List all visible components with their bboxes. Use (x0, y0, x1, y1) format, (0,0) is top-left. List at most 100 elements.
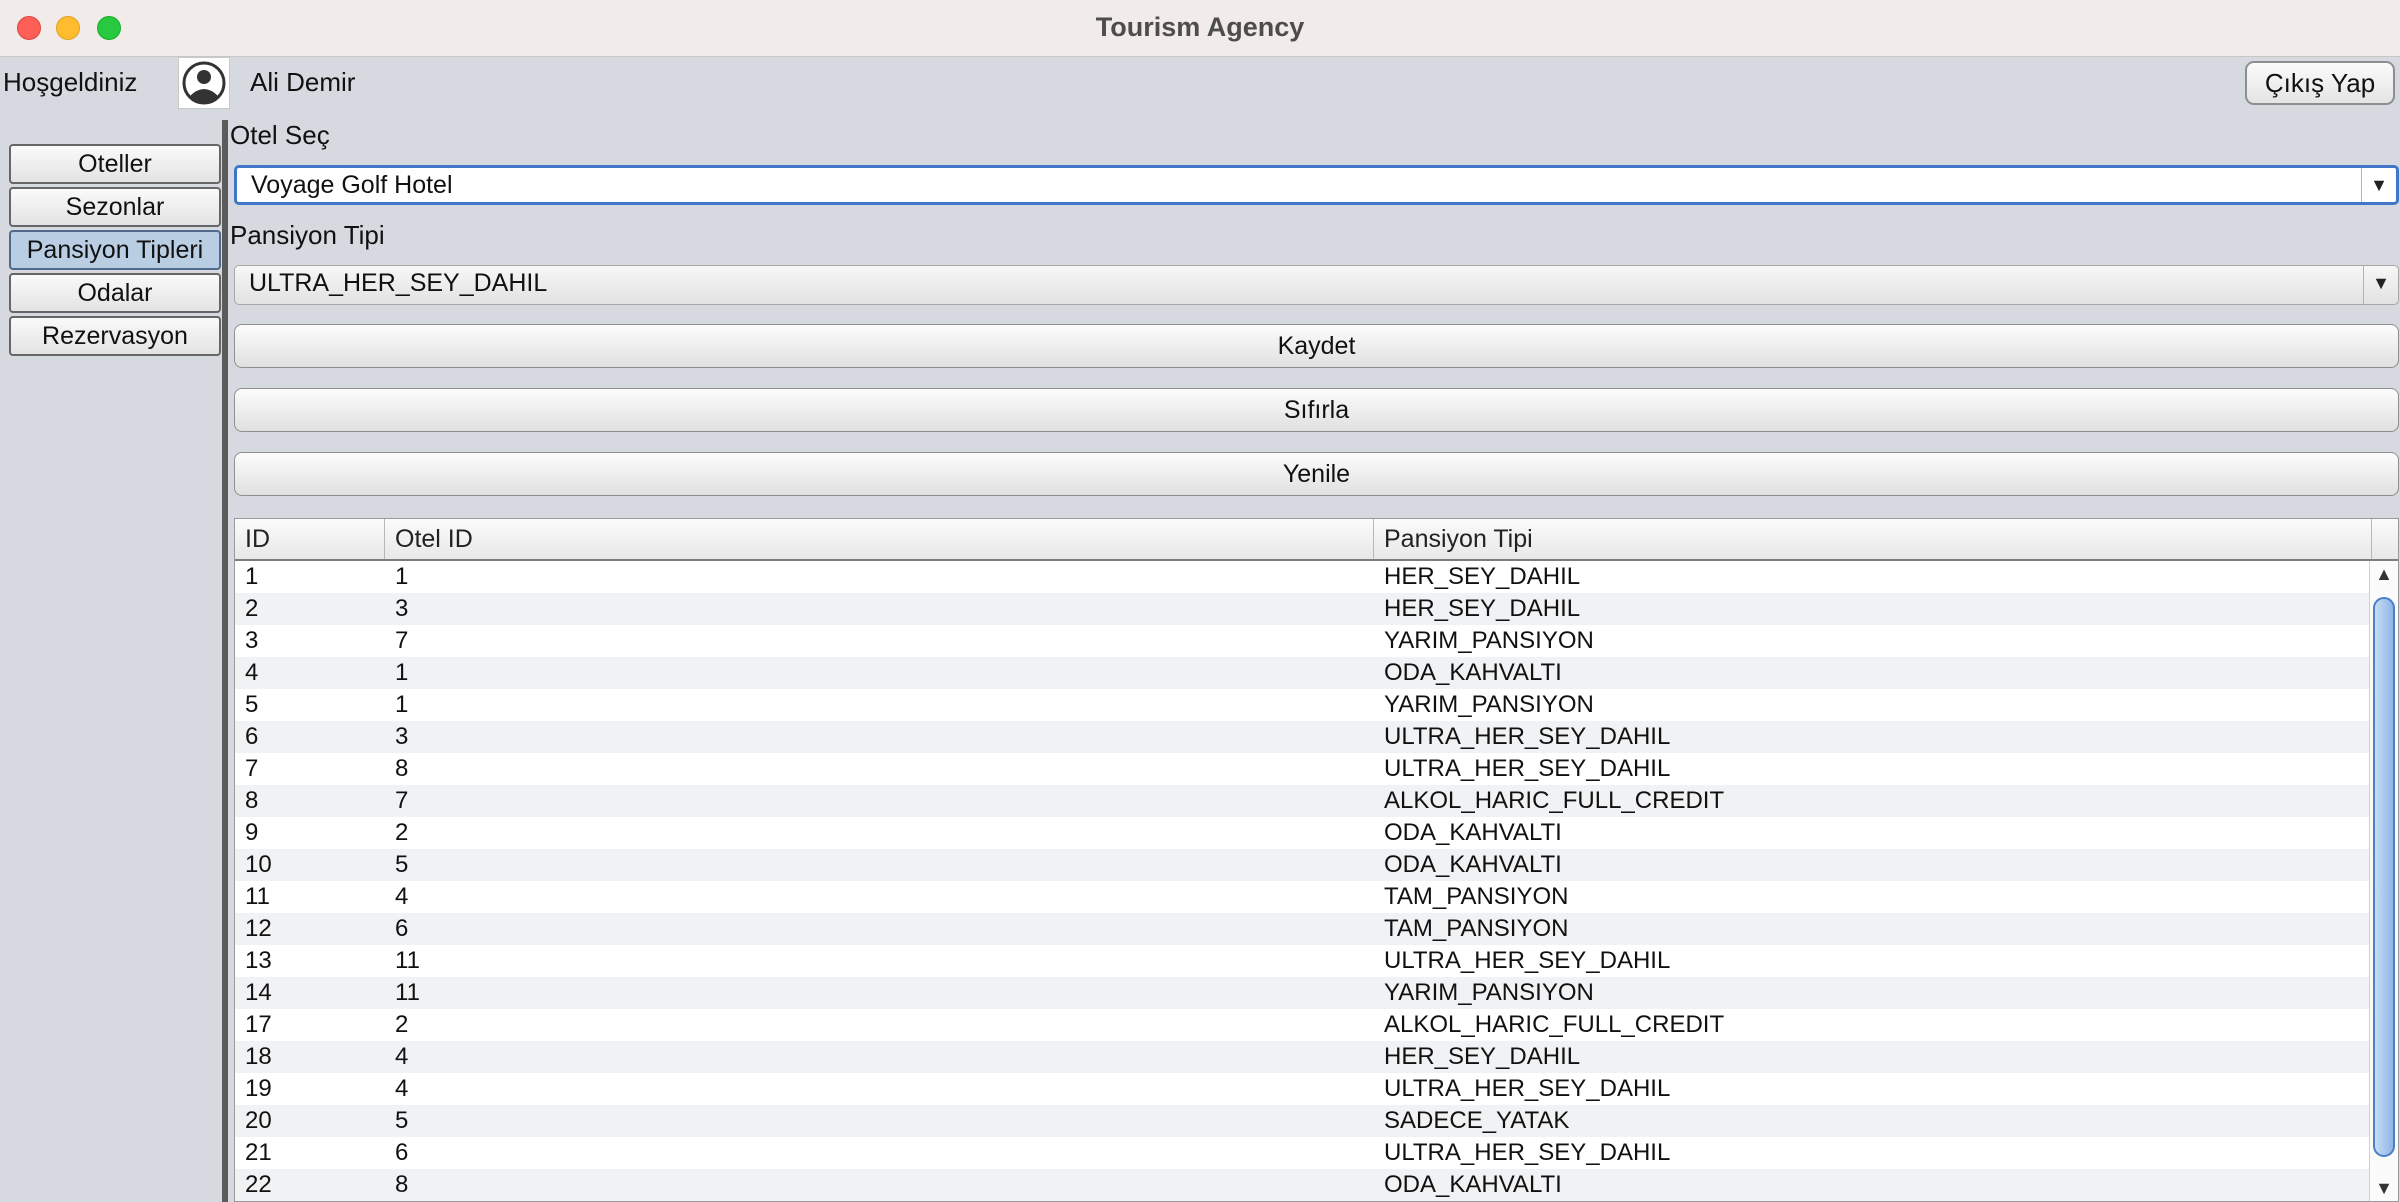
table-row[interactable]: 20 5 SADECE_YATAK (235, 1105, 2372, 1137)
cell-hotel-id: 6 (395, 1139, 409, 1166)
arrow-up-icon[interactable]: ▲ (2370, 561, 2398, 587)
sidebar-item-pansiyon-tipleri[interactable]: Pansiyon Tipleri (9, 230, 221, 270)
reset-button[interactable]: Sıfırla (234, 388, 2399, 432)
hotel-select[interactable]: Voyage Golf Hotel ▼ (234, 165, 2399, 205)
cell-id: 5 (245, 691, 259, 718)
table-row[interactable]: 22 8 ODA_KAHVALTI (235, 1169, 2372, 1201)
table-row[interactable]: 9 2 ODA_KAHVALTI (235, 817, 2372, 849)
cell-id: 2 (245, 595, 259, 622)
cell-hotel-id: 1 (395, 691, 409, 718)
cell-pension-type: ODA_KAHVALTI (1384, 1171, 1562, 1198)
cell-id: 21 (245, 1139, 272, 1166)
cell-hotel-id: 4 (395, 1043, 409, 1070)
cell-id: 4 (245, 659, 259, 686)
cell-pension-type: ALKOL_HARIC_FULL_CREDIT (1384, 1011, 1725, 1038)
cell-pension-type: ULTRA_HER_SEY_DAHIL (1384, 947, 1671, 974)
main-content: Otel Seç Voyage Golf Hotel ▼ Pansiyon Ti… (228, 120, 2400, 1202)
cell-id: 22 (245, 1171, 272, 1198)
cell-id: 3 (245, 627, 259, 654)
cell-id: 11 (245, 883, 270, 910)
user-circle-icon (178, 57, 230, 109)
table-body: 1 1 HER_SEY_DAHIL 2 3 HER_SEY_DAHIL 3 7 YARIM_PA… (235, 561, 2372, 1201)
cell-pension-type: SADECE_YATAK (1384, 1107, 1570, 1134)
cell-hotel-id: 3 (395, 723, 409, 750)
table-row[interactable]: 7 8 ULTRA_HER_SEY_DAHIL (235, 753, 2372, 785)
table-row[interactable]: 8 7 ALKOL_HARIC_FULL_CREDIT (235, 785, 2372, 817)
table-row[interactable]: 19 4 ULTRA_HER_SEY_DAHIL (235, 1073, 2372, 1105)
cell-hotel-id: 7 (395, 787, 409, 814)
cell-id: 9 (245, 819, 259, 846)
cell-id: 18 (245, 1043, 272, 1070)
table-row[interactable]: 10 5 ODA_KAHVALTI (235, 849, 2372, 881)
cell-id: 6 (245, 723, 259, 750)
table-row[interactable]: 13 11 ULTRA_HER_SEY_DAHIL (235, 945, 2372, 977)
table-row[interactable]: 17 2 ALKOL_HARIC_FULL_CREDIT (235, 1009, 2372, 1041)
table-row[interactable]: 11 4 TAM_PANSIYON (235, 881, 2372, 913)
cell-hotel-id: 2 (395, 819, 409, 846)
cell-pension-type: ULTRA_HER_SEY_DAHIL (1384, 1075, 1671, 1102)
scrollbar-thumb[interactable] (2373, 597, 2395, 1157)
table-row[interactable]: 12 6 TAM_PANSIYON (235, 913, 2372, 945)
cell-pension-type: ULTRA_HER_SEY_DAHIL (1384, 1139, 1671, 1166)
chevron-down-icon[interactable]: ▼ (2363, 266, 2398, 304)
table-row[interactable]: 3 7 YARIM_PANSIYON (235, 625, 2372, 657)
column-header-pension-type[interactable]: Pansiyon Tipi (1374, 519, 2372, 559)
cell-hotel-id: 8 (395, 755, 409, 782)
cell-id: 1 (245, 563, 259, 590)
save-button[interactable]: Kaydet (234, 324, 2399, 368)
chevron-down-icon[interactable]: ▼ (2361, 168, 2396, 202)
cell-id: 10 (245, 851, 272, 878)
column-header-id[interactable]: ID (235, 519, 385, 559)
cell-hotel-id: 1 (395, 659, 409, 686)
logout-button[interactable]: Çıkış Yap (2245, 61, 2395, 105)
cell-pension-type: YARIM_PANSIYON (1384, 627, 1594, 654)
cell-pension-type: ULTRA_HER_SEY_DAHIL (1384, 723, 1671, 750)
title-bar: Tourism Agency (0, 0, 2400, 57)
hotel-select-label: Otel Seç (230, 120, 330, 150)
cell-pension-type: YARIM_PANSIYON (1384, 691, 1594, 718)
table-header: ID Otel ID Pansiyon Tipi (235, 519, 2398, 561)
arrow-down-icon[interactable]: ▼ (2370, 1175, 2398, 1201)
cell-hotel-id: 5 (395, 851, 409, 878)
cell-pension-type: ODA_KAHVALTI (1384, 659, 1562, 686)
table-row[interactable]: 1 1 HER_SEY_DAHIL (235, 561, 2372, 593)
cell-hotel-id: 11 (395, 979, 420, 1006)
cell-id: 12 (245, 915, 272, 942)
table-row[interactable]: 5 1 YARIM_PANSIYON (235, 689, 2372, 721)
sidebar-item-rezervasyon[interactable]: Rezervasyon (9, 316, 221, 356)
sidebar: Oteller Sezonlar Pansiyon Tipleri Odalar… (0, 125, 222, 1202)
cell-id: 7 (245, 755, 259, 782)
table-row[interactable]: 6 3 ULTRA_HER_SEY_DAHIL (235, 721, 2372, 753)
table-row[interactable]: 14 11 YARIM_PANSIYON (235, 977, 2372, 1009)
table-row[interactable]: 21 6 ULTRA_HER_SEY_DAHIL (235, 1137, 2372, 1169)
cell-pension-type: ALKOL_HARIC_FULL_CREDIT (1384, 787, 1725, 814)
column-header-hotel-id[interactable]: Otel ID (385, 519, 1374, 559)
cell-hotel-id: 4 (395, 883, 409, 910)
cell-hotel-id: 8 (395, 1171, 409, 1198)
cell-pension-type: ODA_KAHVALTI (1384, 851, 1562, 878)
vertical-scrollbar[interactable]: ▲ ▼ (2369, 561, 2398, 1201)
table-row[interactable]: 18 4 HER_SEY_DAHIL (235, 1041, 2372, 1073)
cell-hotel-id: 5 (395, 1107, 409, 1134)
cell-pension-type: ULTRA_HER_SEY_DAHIL (1384, 755, 1671, 782)
cell-hotel-id: 3 (395, 595, 409, 622)
refresh-button[interactable]: Yenile (234, 452, 2399, 496)
cell-pension-type: YARIM_PANSIYON (1384, 979, 1594, 1006)
cell-id: 13 (245, 947, 272, 974)
cell-id: 17 (245, 1011, 272, 1038)
sidebar-item-odalar[interactable]: Odalar (9, 273, 221, 313)
cell-pension-type: TAM_PANSIYON (1384, 883, 1569, 910)
pension-type-select[interactable]: ULTRA_HER_SEY_DAHIL ▼ (234, 265, 2399, 305)
sidebar-item-sezonlar[interactable]: Sezonlar (9, 187, 221, 227)
sidebar-item-oteller[interactable]: Oteller (9, 144, 221, 184)
pension-type-label: Pansiyon Tipi (230, 220, 385, 250)
cell-id: 20 (245, 1107, 272, 1134)
table-row[interactable]: 4 1 ODA_KAHVALTI (235, 657, 2372, 689)
cell-hotel-id: 4 (395, 1075, 409, 1102)
cell-hotel-id: 2 (395, 1011, 409, 1038)
pension-type-value: ULTRA_HER_SEY_DAHIL (249, 269, 548, 297)
window-title: Tourism Agency (1095, 12, 1305, 42)
table-row[interactable]: 2 3 HER_SEY_DAHIL (235, 593, 2372, 625)
cell-hotel-id: 7 (395, 627, 409, 654)
pension-types-table: ID Otel ID Pansiyon Tipi 1 1 HER_SEY_DAHIL… (234, 518, 2399, 1202)
